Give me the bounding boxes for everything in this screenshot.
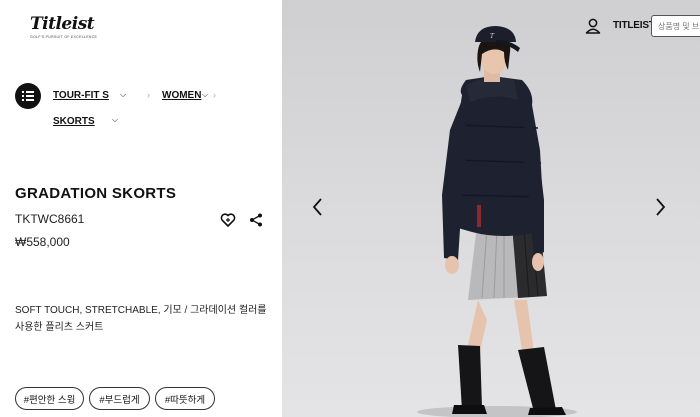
tag-warm[interactable]: #따뜻하게 xyxy=(155,387,215,410)
breadcrumb-skorts[interactable]: SKORTS xyxy=(53,116,95,127)
chevron-left-icon[interactable] xyxy=(310,196,326,218)
chevron-down-icon[interactable]: ⌵ xyxy=(112,115,118,125)
product-price: ₩558,000 xyxy=(15,235,70,249)
search-input[interactable] xyxy=(651,15,700,37)
user-icon[interactable] xyxy=(584,17,602,35)
chevron-down-icon[interactable]: ⌵ xyxy=(202,90,208,100)
tag-comfortable-swing[interactable]: #편안한 스윙 xyxy=(15,387,84,410)
titleist-brand-link[interactable]: TITLEIST xyxy=(613,20,655,31)
breadcrumb-women[interactable]: WOMEN xyxy=(162,90,201,101)
product-code: TKTWC8661 xyxy=(15,212,85,226)
breadcrumb-separator: › xyxy=(213,90,216,100)
breadcrumb-separator: › xyxy=(147,90,150,100)
menu-button[interactable] xyxy=(15,83,41,109)
logo-tagline: GOLF'S PURSUIT OF EXCELLENCE xyxy=(30,35,98,39)
logo-wordmark: Titleist xyxy=(30,14,95,34)
chevron-down-icon[interactable]: ⌵ xyxy=(120,90,126,100)
tag-soft[interactable]: #부드럽게 xyxy=(89,387,150,410)
chevron-right-icon[interactable] xyxy=(652,196,668,218)
product-image: T xyxy=(282,0,700,417)
heart-icon[interactable] xyxy=(220,212,236,228)
model-illustration: T xyxy=(417,26,577,417)
breadcrumb-tour-fit-s[interactable]: TOUR-FIT S xyxy=(53,90,109,101)
titleist-logo[interactable]: Titleist GOLF'S PURSUIT OF EXCELLENCE xyxy=(30,14,100,40)
product-description: SOFT TOUCH, STRETCHABLE, 기모 / 그라데이션 컬러를 … xyxy=(15,305,267,333)
product-info-panel: Titleist GOLF'S PURSUIT OF EXCELLENCE TO… xyxy=(0,0,282,417)
list-icon xyxy=(22,91,34,101)
share-icon[interactable] xyxy=(248,212,264,228)
product-title: GRADATION SKORTS xyxy=(15,185,177,202)
